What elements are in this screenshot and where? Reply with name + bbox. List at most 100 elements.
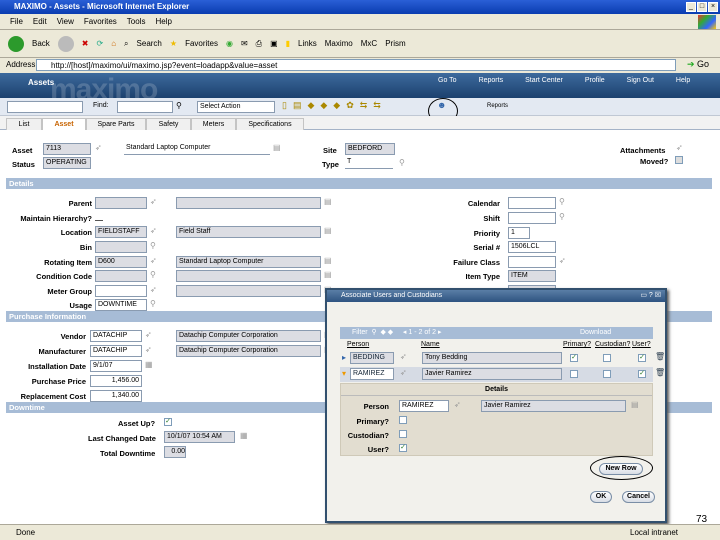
long-description-icon[interactable]: ▤: [324, 226, 332, 235]
tab-asset[interactable]: Asset: [42, 118, 86, 130]
nav-start-center[interactable]: Start Center: [525, 77, 563, 84]
table-row[interactable]: ▾ RAMIREZ ➶ Javier Ramirez ✓ 🗑: [340, 367, 665, 382]
type-field[interactable]: T: [345, 157, 393, 169]
query-select[interactable]: [7, 101, 83, 113]
favorites-icon[interactable]: ★: [170, 39, 177, 48]
failure-class-field[interactable]: [508, 256, 556, 268]
user-checkbox[interactable]: ✓: [638, 354, 646, 362]
address-input[interactable]: http://[host]/maximo/ui/maximo.jsp?event…: [36, 59, 676, 71]
person-field[interactable]: RAMIREZ: [399, 400, 449, 412]
filter-button[interactable]: Filter: [352, 329, 368, 336]
asset-field[interactable]: 7113: [43, 143, 91, 155]
expand-icon[interactable]: ▸: [342, 353, 346, 362]
long-description-icon[interactable]: ▤: [273, 143, 281, 152]
purchase-price-field[interactable]: 1,456.00: [90, 375, 142, 387]
go-button[interactable]: ➔ Go: [687, 59, 709, 70]
stop-icon[interactable]: ✖: [82, 39, 89, 48]
long-description-icon[interactable]: ▤: [324, 197, 332, 206]
section-details[interactable]: Details: [6, 178, 712, 189]
item-type-field[interactable]: ITEM: [508, 270, 556, 282]
calendar-icon[interactable]: ▦: [145, 360, 153, 369]
detail-arrow-icon[interactable]: ➶: [150, 256, 157, 265]
toolbar-icons[interactable]: ▯▤◆◆◆✿⇆⇆: [282, 100, 387, 111]
menu-help[interactable]: Help: [155, 17, 171, 26]
tab-safety[interactable]: Safety: [146, 118, 191, 130]
menu-favorites[interactable]: Favorites: [84, 17, 117, 26]
cancel-button[interactable]: Cancel: [622, 491, 655, 503]
forward-icon[interactable]: [57, 35, 74, 52]
menu-tools[interactable]: Tools: [127, 17, 146, 26]
mail-icon[interactable]: ✉: [241, 39, 248, 48]
print-icon[interactable]: ⎙: [256, 39, 262, 49]
detail-arrow-icon[interactable]: ➶: [559, 256, 566, 265]
tab-spare-parts[interactable]: Spare Parts: [86, 118, 146, 130]
col-person[interactable]: Person: [347, 341, 369, 348]
long-description-icon[interactable]: ▤: [631, 400, 639, 409]
location-field[interactable]: FIELDSTAFF: [95, 226, 147, 238]
calendar-icon[interactable]: ▦: [240, 431, 248, 440]
delete-icon[interactable]: 🗑: [655, 352, 665, 361]
condition-code-field[interactable]: [95, 270, 147, 282]
maintain-hierarchy-checkbox[interactable]: [95, 220, 103, 221]
detail-arrow-icon[interactable]: ➶: [145, 330, 152, 339]
primary-checkbox[interactable]: [399, 416, 407, 424]
collapse-icon[interactable]: ▾: [342, 369, 346, 378]
lookup-icon[interactable]: ⚲: [150, 299, 156, 308]
minimize-button[interactable]: _: [686, 2, 696, 12]
link-prism[interactable]: Prism: [385, 39, 405, 48]
detail-arrow-icon[interactable]: ➶: [454, 400, 461, 409]
custodian-checkbox[interactable]: [603, 354, 611, 362]
user-checkbox[interactable]: ✓: [399, 444, 407, 452]
meter-group-field[interactable]: [95, 285, 147, 297]
primary-checkbox[interactable]: [570, 370, 578, 378]
asset-description[interactable]: Standard Laptop Computer: [124, 143, 270, 155]
shift-field[interactable]: [508, 212, 556, 224]
back-icon[interactable]: [8, 35, 24, 52]
attachments-icon[interactable]: ➶: [676, 143, 683, 152]
menu-view[interactable]: View: [57, 17, 74, 26]
detail-arrow-icon[interactable]: ➶: [145, 345, 152, 354]
nav-sign-out[interactable]: Sign Out: [627, 77, 654, 84]
maximize-button[interactable]: □: [697, 2, 707, 12]
lookup-icon[interactable]: ⚲: [399, 158, 405, 167]
col-custodian[interactable]: Custodian?: [595, 341, 630, 348]
primary-checkbox[interactable]: ✓: [570, 354, 578, 362]
col-user[interactable]: User?: [632, 341, 651, 348]
history-icon[interactable]: ◉: [226, 39, 233, 48]
find-input[interactable]: [117, 101, 173, 113]
serial-field[interactable]: 1506LCL: [508, 241, 556, 253]
parent-field[interactable]: [95, 197, 147, 209]
refresh-icon[interactable]: ⟳: [97, 39, 104, 48]
edit-icon[interactable]: ▣: [270, 39, 278, 48]
binoculars-icon[interactable]: ⚲: [176, 101, 182, 110]
person-cell[interactable]: BEDDING: [350, 352, 394, 364]
nav-goto[interactable]: Go To: [438, 77, 457, 84]
long-description-icon[interactable]: ▤: [324, 270, 332, 279]
lookup-icon[interactable]: ⚲: [559, 197, 565, 206]
custodian-checkbox[interactable]: [399, 430, 407, 438]
custodian-checkbox[interactable]: [603, 370, 611, 378]
detail-arrow-icon[interactable]: ➶: [150, 226, 157, 235]
detail-arrow-icon[interactable]: ➶: [150, 285, 157, 294]
menu-edit[interactable]: Edit: [33, 17, 47, 26]
col-name[interactable]: Name: [421, 341, 440, 348]
back-button[interactable]: Back: [32, 39, 50, 48]
tab-specifications[interactable]: Specifications: [236, 118, 304, 130]
priority-field[interactable]: 1: [508, 227, 530, 239]
detail-arrow-icon[interactable]: ➶: [150, 197, 157, 206]
manufacturer-field[interactable]: DATACHIP: [90, 345, 142, 357]
search-icon[interactable]: ⌕: [124, 39, 128, 49]
menu-file[interactable]: File: [10, 17, 23, 26]
calendar-field[interactable]: [508, 197, 556, 209]
download-button[interactable]: Download: [580, 327, 611, 339]
user-checkbox[interactable]: ✓: [638, 370, 646, 378]
home-icon[interactable]: ⌂: [111, 39, 116, 48]
delete-icon[interactable]: 🗑: [655, 368, 665, 377]
lookup-icon[interactable]: ⚲: [150, 241, 156, 250]
vendor-field[interactable]: DATACHIP: [90, 330, 142, 342]
tab-meters[interactable]: Meters: [191, 118, 236, 130]
detail-arrow-icon[interactable]: ➶: [95, 143, 102, 152]
long-description-icon[interactable]: ▤: [324, 256, 332, 265]
table-row[interactable]: ▸ BEDDING ➶ Tony Bedding ✓ ✓ 🗑: [340, 351, 665, 366]
moved-checkbox[interactable]: [675, 156, 683, 164]
